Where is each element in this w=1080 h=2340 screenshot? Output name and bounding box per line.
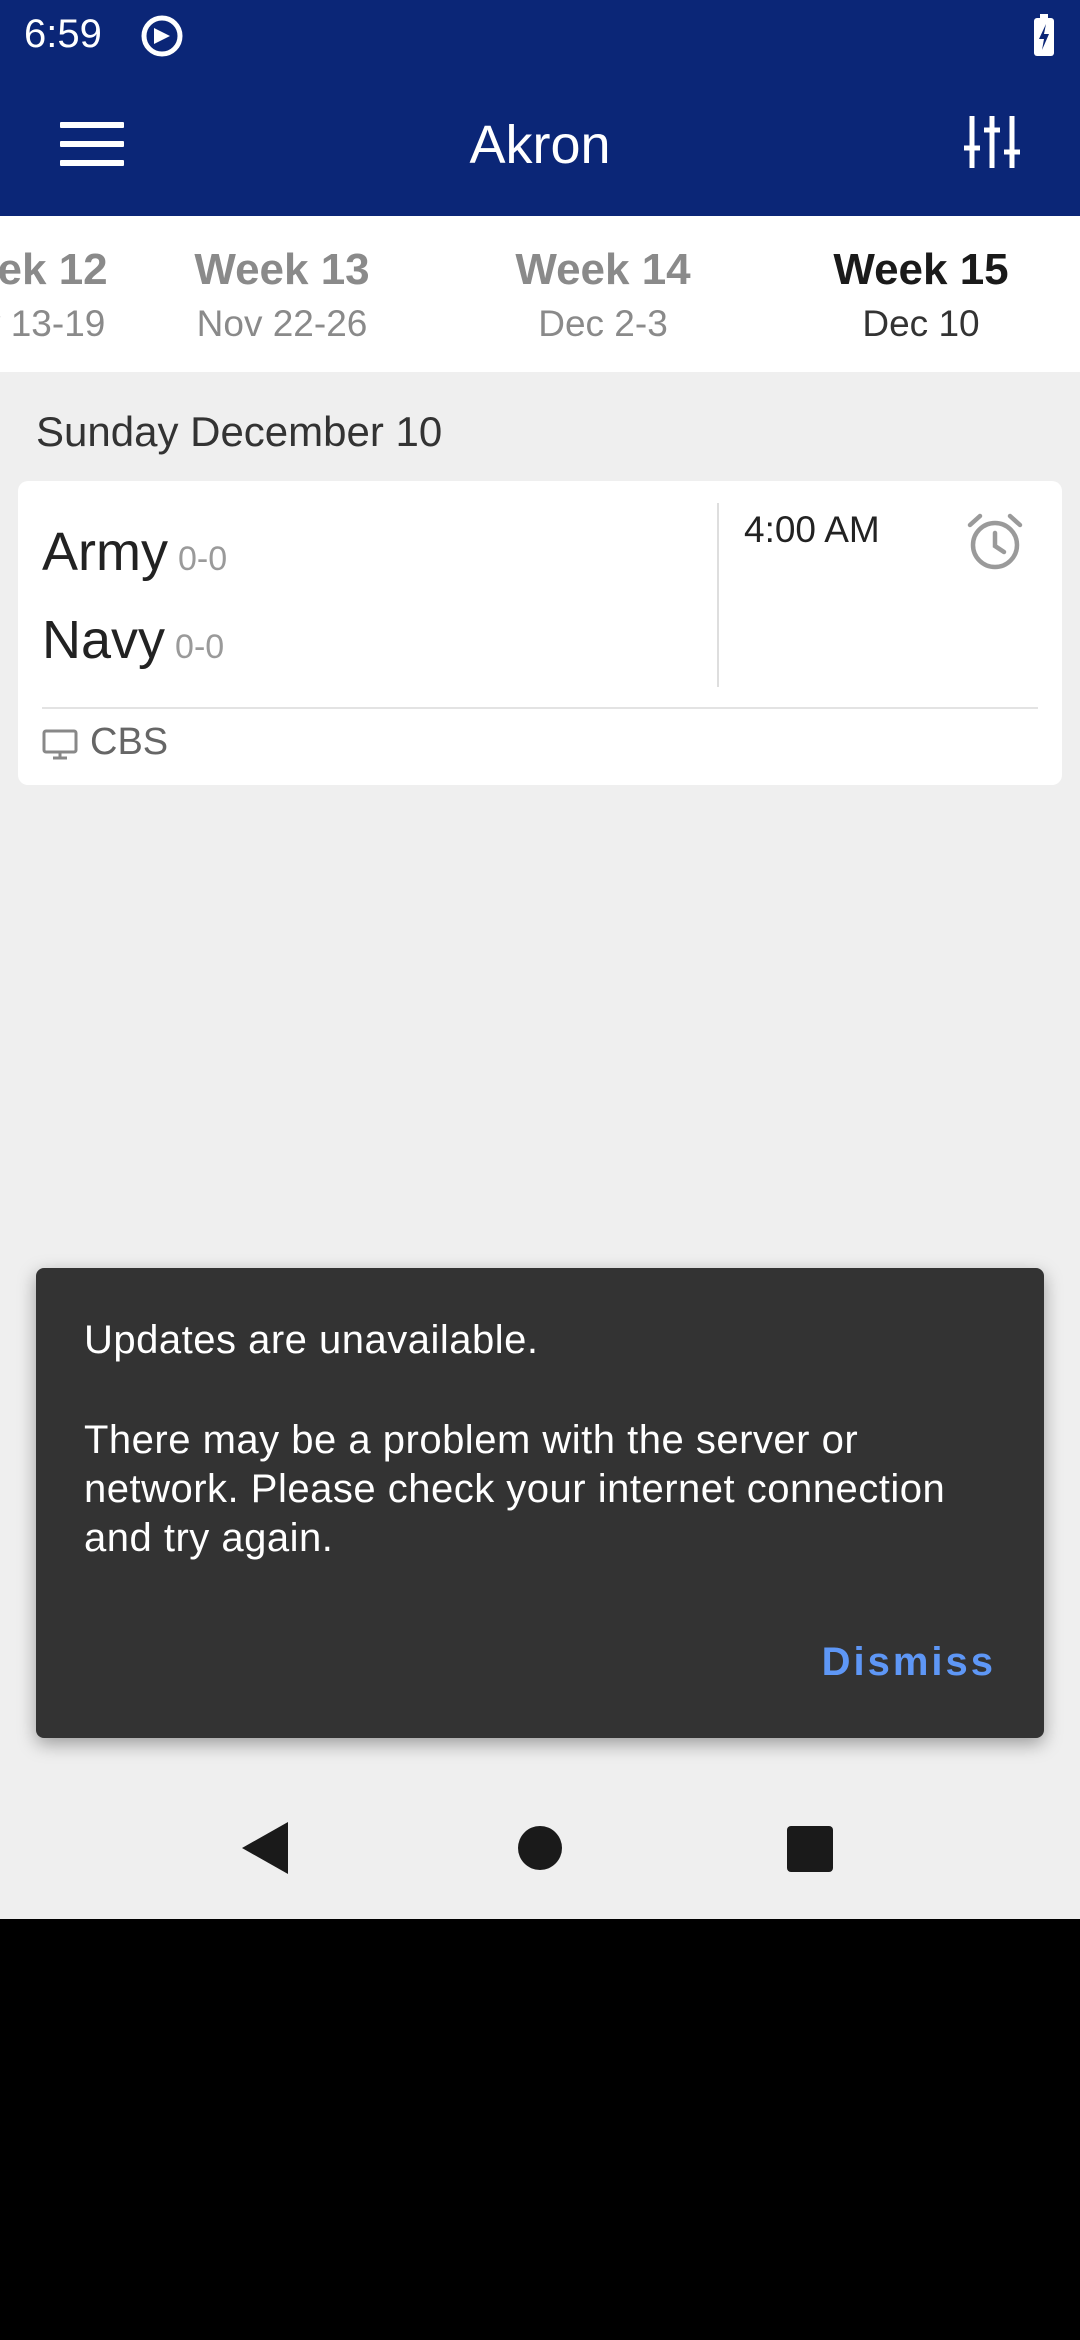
tab-week-13[interactable]: Week 13 Nov 22-26 xyxy=(122,244,442,345)
recent-apps-icon[interactable] xyxy=(787,1826,833,1872)
tv-icon xyxy=(42,729,78,760)
system-nav-bar xyxy=(0,1790,1080,1908)
snackbar-title: Updates are unavailable. xyxy=(84,1318,539,1362)
app-bar: Akron xyxy=(0,72,1080,216)
game-card[interactable]: Army 0-0 Navy 0-0 4:00 AM CBS xyxy=(18,481,1062,785)
back-icon[interactable] xyxy=(240,1820,290,1876)
week-selector: Week 12 Nov 13-19 Week 13 Nov 22-26 Week… xyxy=(0,216,1080,372)
card-divider xyxy=(42,707,1038,709)
week-label: Week 13 xyxy=(194,245,370,294)
tab-week-15[interactable]: Week 15 Dec 10 xyxy=(761,244,1080,345)
week-dates: Dec 10 xyxy=(862,302,980,344)
week-dates: Dec 2-3 xyxy=(538,302,668,344)
status-bar: 6:59 xyxy=(0,0,1080,72)
week-label: Week 15 xyxy=(833,245,1009,294)
week-dates: Nov 22-26 xyxy=(196,302,368,344)
game-time: 4:00 AM xyxy=(744,509,880,550)
team-record: 0-0 xyxy=(175,628,225,666)
team-row-away: Army 0-0 xyxy=(42,521,227,583)
error-snackbar: Updates are unavailable. There may be a … xyxy=(36,1268,1044,1738)
day-header: Sunday December 10 xyxy=(36,408,443,455)
tv-network: CBS xyxy=(90,721,169,763)
notification-app-icon xyxy=(141,15,183,57)
team-record: 0-0 xyxy=(177,540,228,578)
battery-charging-icon xyxy=(1034,14,1054,56)
alarm-clock-icon[interactable] xyxy=(964,511,1026,573)
home-icon[interactable] xyxy=(518,1826,562,1870)
page-title: Akron xyxy=(469,115,611,175)
snackbar-message: There may be a problem with the server o… xyxy=(84,1418,946,1560)
week-label: Week 14 xyxy=(515,245,691,294)
dismiss-button[interactable]: Dismiss xyxy=(822,1640,996,1685)
team-row-home: Navy 0-0 xyxy=(42,609,224,671)
card-divider xyxy=(717,503,719,687)
tab-week-14[interactable]: Week 14 Dec 2-3 xyxy=(443,244,763,345)
app-screen: 6:59 Akron Week xyxy=(0,0,1080,1919)
team-name: Army xyxy=(42,522,168,582)
status-time: 6:59 xyxy=(24,12,102,56)
team-name: Navy xyxy=(42,610,166,670)
filter-sliders-icon[interactable] xyxy=(964,114,1020,170)
